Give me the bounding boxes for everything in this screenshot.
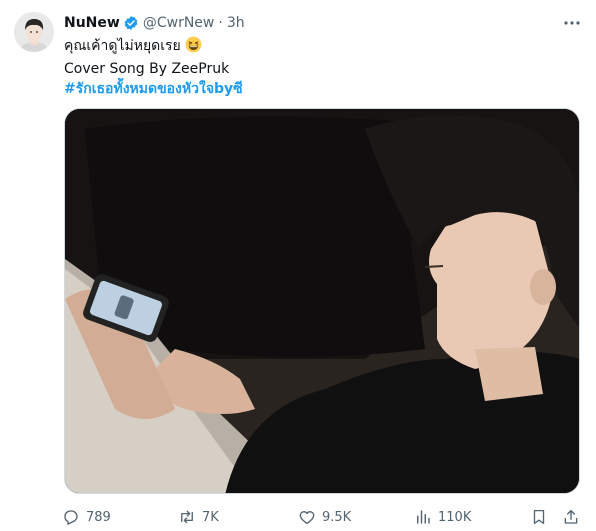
- tweet-text: คุณเค้าดูไม่หยุดเรย Cover Song By ZeePru…: [64, 36, 582, 99]
- more-dots-icon[interactable]: [562, 14, 582, 32]
- timestamp[interactable]: 3h: [227, 15, 245, 31]
- photo-illustration: [65, 109, 579, 493]
- share-button[interactable]: [562, 508, 580, 526]
- like-count: 9.5K: [322, 509, 352, 525]
- retweet-icon: [181, 510, 193, 524]
- tweet-header: NuNew @CwrNew · 3h: [64, 12, 582, 34]
- retweet-button[interactable]: 7K: [178, 508, 219, 526]
- reply-button[interactable]: 789: [62, 508, 111, 526]
- hashtag-link[interactable]: #รักเธอทั้งหมดของหัวใจbyซี: [64, 79, 582, 99]
- reply-count: 789: [86, 509, 111, 525]
- user-handle[interactable]: @CwrNew: [143, 15, 215, 31]
- heart-icon: [299, 511, 315, 525]
- share-icon: [564, 509, 578, 524]
- views-bar-icon: [417, 510, 430, 524]
- tweet-text-line-1: คุณเค้าดูไม่หยุดเรย: [64, 36, 582, 59]
- tweet-text-line-2: Cover Song By ZeePruk: [64, 61, 230, 77]
- display-name[interactable]: NuNew: [64, 15, 120, 31]
- tweet-photo[interactable]: [64, 108, 580, 494]
- tweet-card[interactable]: NuNew @CwrNew · 3h คุณเค้าดูไม่หยุดเรย C…: [0, 0, 596, 531]
- separator-dot: ·: [218, 15, 223, 31]
- views-button[interactable]: 110K: [414, 508, 471, 526]
- views-count: 110K: [438, 509, 472, 525]
- retweet-count: 7K: [202, 509, 219, 525]
- verified-badge-icon: [123, 15, 139, 31]
- bookmark-icon: [533, 509, 545, 525]
- laughing-face-icon: [185, 36, 202, 59]
- tweet-text-line-1-content: คุณเค้าดูไม่หยุดเรย: [64, 38, 181, 54]
- avatar[interactable]: [14, 12, 54, 52]
- like-button[interactable]: 9.5K: [298, 508, 351, 526]
- bookmark-button[interactable]: [530, 508, 548, 526]
- action-bar: 789 7K 9.5K 110K: [62, 506, 580, 528]
- reply-icon: [64, 510, 78, 525]
